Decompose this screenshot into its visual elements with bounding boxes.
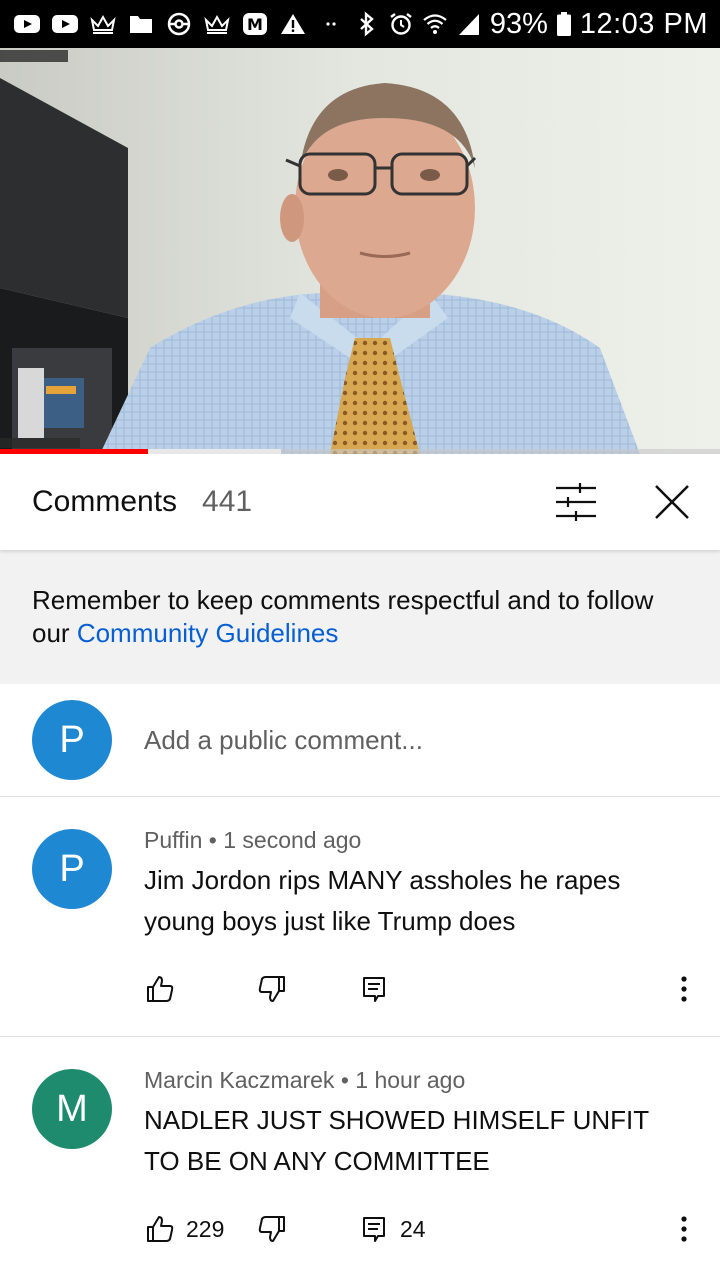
comments-header: Comments 441 (0, 454, 720, 550)
comment-author-time[interactable]: Marcin Kaczmarek • 1 hour ago (144, 1067, 684, 1094)
add-comment-input[interactable]: Add a public comment... (144, 725, 423, 756)
comment-author-time[interactable]: Puffin • 1 second ago (144, 827, 684, 854)
sort-filter-button[interactable] (552, 480, 600, 524)
comment-item: P Puffin • 1 second ago Jim Jordon rips … (0, 797, 720, 1037)
signal-icon (458, 14, 479, 35)
like-button[interactable] (144, 973, 186, 1005)
dislike-button[interactable] (256, 973, 288, 1005)
dislike-button[interactable] (256, 1213, 288, 1245)
add-comment-row[interactable]: P Add a public comment... (0, 684, 720, 797)
youtube-icon (50, 11, 80, 37)
dots-icon (316, 11, 346, 37)
reply-button[interactable]: 24 (358, 1213, 426, 1245)
crown-icon (88, 11, 118, 37)
thumbs-up-icon (147, 1216, 174, 1242)
like-button[interactable]: 229 (144, 1213, 224, 1245)
user-avatar: P (32, 700, 112, 780)
comment-item: M Marcin Kaczmarek • 1 hour ago NADLER J… (0, 1037, 720, 1280)
comments-title: Comments (32, 485, 178, 518)
comments-count: 441 (202, 485, 253, 518)
more-vert-icon (681, 976, 687, 1002)
sort-filter-icon (556, 483, 596, 521)
commenter-avatar[interactable]: P (32, 829, 112, 909)
comment-more-button[interactable] (670, 1209, 698, 1249)
battery-icon (556, 12, 571, 36)
reply-icon (363, 1217, 385, 1242)
close-button[interactable] (648, 478, 696, 526)
reply-button[interactable] (358, 973, 400, 1005)
community-guidelines-link[interactable]: Community Guidelines (77, 618, 339, 648)
community-guidelines-notice: Remember to keep comments respectful and… (0, 550, 720, 684)
close-icon (655, 485, 689, 519)
commenter-avatar[interactable]: M (32, 1069, 112, 1149)
notification-icons: M (12, 11, 346, 37)
comment-actions: 229 24 (144, 1209, 704, 1249)
wifi-icon (423, 14, 447, 34)
comment-actions (144, 969, 704, 1009)
bluetooth-icon (360, 11, 374, 37)
status-bar: M 93% 12:03 PM (0, 0, 720, 48)
youtube-icon (12, 11, 42, 37)
crown-icon (202, 11, 232, 37)
thumbs-down-icon (258, 1216, 285, 1242)
clock: 12:03 PM (579, 7, 708, 40)
m-badge-icon: M (240, 11, 270, 37)
like-count: 229 (186, 1215, 225, 1242)
thumbs-down-icon (258, 976, 285, 1002)
more-vert-icon (681, 1216, 687, 1242)
comment-text: NADLER JUST SHOWED HIMSELF UNFIT TO BE O… (144, 1105, 649, 1176)
video-frame (0, 48, 720, 454)
system-status: 93% 12:03 PM (354, 8, 708, 41)
alarm-icon (390, 13, 412, 35)
comment-text: Jim Jordon rips MANY assholes he rapes y… (144, 865, 621, 936)
video-player[interactable] (0, 48, 720, 454)
thumbs-up-icon (147, 976, 174, 1002)
reply-count: 24 (400, 1215, 426, 1242)
reply-icon (363, 977, 385, 1002)
pokeball-icon (164, 11, 194, 37)
svg-text:M: M (247, 15, 263, 34)
folder-icon (126, 11, 156, 37)
warning-icon (278, 11, 308, 37)
battery-percent: 93% (489, 7, 548, 40)
comment-more-button[interactable] (670, 969, 698, 1009)
